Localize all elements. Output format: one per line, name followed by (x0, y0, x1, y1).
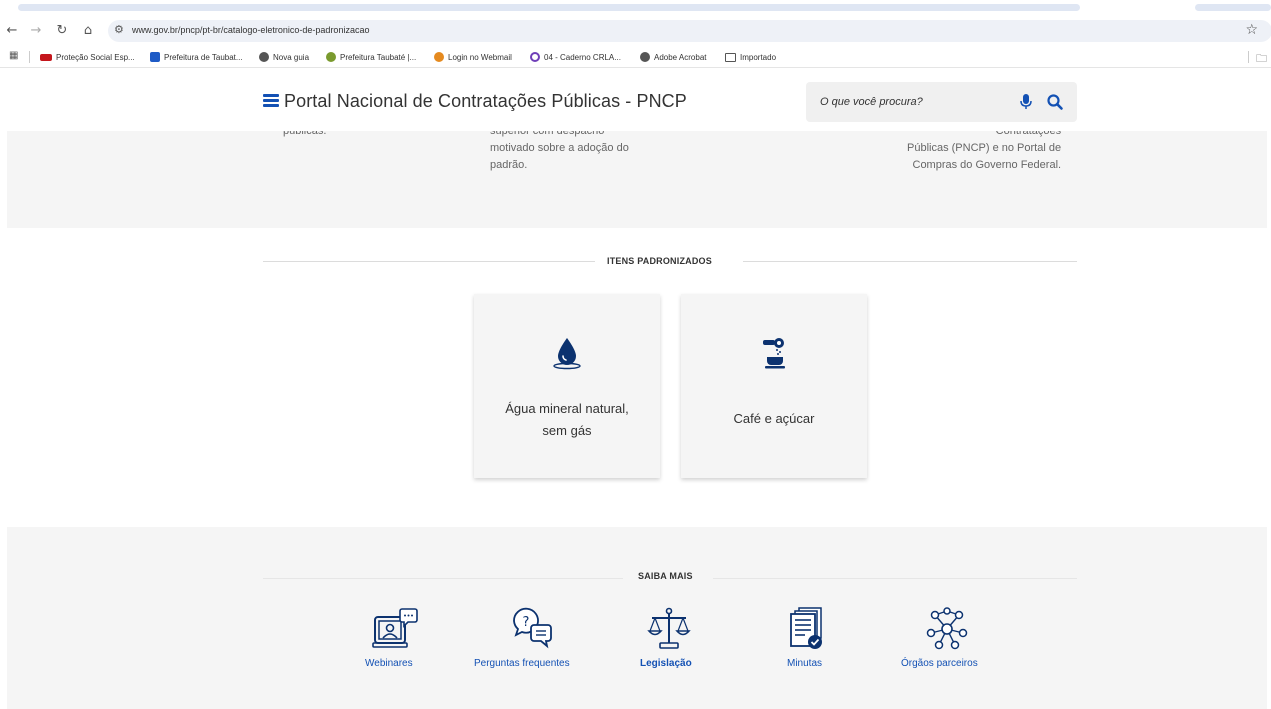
bookmark-favicon-icon (40, 53, 52, 61)
coffee-sugar-icon (763, 338, 785, 369)
bookmark-star-icon[interactable]: ☆ (1245, 22, 1258, 38)
divider (263, 578, 623, 579)
bookmark-label: Importado (740, 52, 777, 62)
documents-icon (790, 607, 822, 649)
scales-icon (647, 607, 691, 649)
water-drop-icon (553, 338, 581, 370)
browser-tab[interactable] (1195, 4, 1271, 11)
svg-text:?: ? (523, 615, 530, 630)
forward-icon[interactable]: → (28, 22, 44, 40)
bookmark-item[interactable]: Adobe Acrobat (640, 50, 706, 64)
globe-icon (640, 52, 650, 62)
home-icon[interactable]: ⌂ (80, 22, 96, 40)
bookmark-label: Prefeitura Taubaté |... (340, 52, 417, 62)
bookmark-label: Nova guia (273, 52, 310, 62)
bookmark-item[interactable]: Proteção Social Esp... (40, 50, 135, 64)
step-text: superior com despacho motivado sobre a a… (490, 131, 629, 171)
steps-section: públicas. superior com despacho motivado… (7, 131, 1267, 228)
bookmark-label: Proteção Social Esp... (56, 52, 135, 62)
all-bookmarks-folder-icon[interactable]: 🗀 (1256, 50, 1267, 69)
card-label: Água mineral natural, sem gás (505, 401, 629, 438)
microphone-icon[interactable] (1018, 93, 1034, 111)
link-label: Perguntas frequentes (474, 658, 570, 669)
section-title-saiba-mais: SAIBA MAIS (638, 571, 693, 581)
step-text: públicas. (283, 131, 327, 137)
bookmark-label: 04 - Caderno CRLA... (544, 52, 621, 62)
link-label: Órgãos parceiros (901, 658, 978, 669)
link-webinares[interactable]: Webinares (364, 607, 424, 677)
bookmark-item[interactable]: Nova guia (259, 50, 309, 64)
network-icon (926, 607, 968, 650)
url-text[interactable]: www.gov.br/pncp/pt-br/catalogo-eletronic… (132, 25, 369, 35)
hamburger-menu-icon[interactable] (263, 94, 279, 108)
link-perguntas-frequentes[interactable]: ? Perguntas frequentes (474, 607, 590, 677)
bookmark-label: Adobe Acrobat (654, 52, 707, 62)
address-bar[interactable]: ⚙ www.gov.br/pncp/pt-br/catalogo-eletron… (108, 20, 1271, 42)
bookmarks-bar: ▦ Proteção Social Esp... Prefeitura de T… (0, 46, 1271, 68)
section-title-itens: ITENS PADRONIZADOS (607, 256, 712, 266)
globe-icon (259, 52, 269, 62)
bookmark-favicon-icon (530, 52, 540, 62)
search-input[interactable] (820, 92, 1010, 112)
divider (713, 578, 1077, 579)
link-legislacao[interactable]: Legislação (638, 607, 702, 677)
divider (263, 261, 595, 262)
search-icon[interactable] (1046, 93, 1064, 111)
folder-icon (725, 52, 736, 62)
card-cafe-acucar[interactable]: Café e açúcar (681, 294, 867, 478)
bookmark-item[interactable]: 04 - Caderno CRLA... (530, 50, 621, 64)
bookmark-item[interactable]: Login no Webmail (434, 50, 512, 64)
bookmark-label: Prefeitura de Taubat... (164, 52, 243, 62)
card-label: Café e açúcar (733, 411, 815, 426)
webinar-icon (372, 608, 418, 648)
link-label: Minutas (787, 658, 823, 669)
bookmark-folder[interactable]: Importado (725, 50, 776, 64)
link-label: Webinares (365, 658, 413, 669)
bookmark-label: Login no Webmail (448, 52, 512, 62)
site-settings-icon[interactable]: ⚙ (114, 23, 124, 36)
faq-icon: ? (513, 607, 552, 649)
browser-toolbar: ← → ↻ ⌂ ⚙ www.gov.br/pncp/pt-br/catalogo… (0, 16, 1271, 46)
link-label: Legislação (640, 658, 692, 669)
divider (1248, 51, 1249, 63)
site-header: Portal Nacional de Contratações Públicas… (0, 69, 1271, 131)
bookmark-item[interactable]: Prefeitura Taubaté |... (326, 50, 416, 64)
saiba-mais-section (7, 527, 1267, 709)
bookmark-favicon-icon (434, 52, 444, 62)
apps-grid-icon[interactable]: ▦ (9, 51, 19, 61)
browser-tab-strip (0, 0, 1271, 16)
link-orgaos-parceiros[interactable]: Órgãos parceiros (901, 607, 997, 677)
step-text: Contratações Públicas (PNCP) e no Portal… (907, 131, 1062, 171)
search-box (806, 82, 1077, 122)
bookmark-favicon-icon (150, 52, 160, 62)
bookmark-favicon-icon (326, 52, 336, 62)
divider (743, 261, 1077, 262)
browser-tab[interactable] (18, 4, 1080, 11)
bookmark-item[interactable]: Prefeitura de Taubat... (150, 50, 243, 64)
divider (29, 51, 30, 63)
reload-icon[interactable]: ↻ (54, 22, 70, 40)
card-agua-mineral[interactable]: Água mineral natural, sem gás (474, 294, 660, 478)
back-icon[interactable]: ← (4, 22, 20, 40)
link-minutas[interactable]: Minutas (781, 607, 841, 677)
site-title[interactable]: Portal Nacional de Contratações Públicas… (284, 91, 687, 112)
